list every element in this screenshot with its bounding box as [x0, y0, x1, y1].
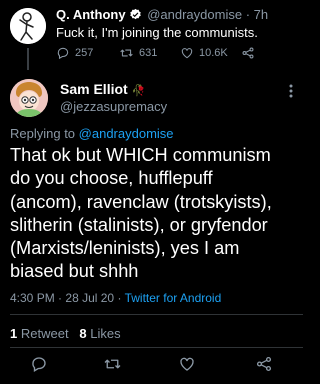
main-name-text: Sam Elliot: [60, 81, 128, 97]
parent-tweet[interactable]: Q. Anthony @andraydomise · 7h Fuck it, I…: [0, 0, 303, 72]
more-options-button[interactable]: [289, 84, 293, 103]
divider-top: [10, 314, 303, 315]
parent-header: Q. Anthony @andraydomise · 7h: [56, 7, 268, 24]
share-icon: [241, 46, 255, 60]
parent-retweet-count: 631: [139, 47, 158, 59]
parent-reply-count: 257: [75, 47, 94, 59]
main-retweet-button[interactable]: [103, 355, 122, 378]
parent-reply-button[interactable]: 257: [56, 46, 93, 60]
rose-emoji: 🥀: [131, 85, 146, 97]
retweet-label: Retweet: [20, 326, 69, 341]
parent-display-name[interactable]: Q. Anthony: [56, 7, 126, 22]
retweet-icon: [119, 46, 134, 60]
like-count: 8: [79, 326, 87, 341]
main-reply-button[interactable]: [30, 355, 48, 378]
parent-like-button[interactable]: 10.6K: [180, 46, 228, 60]
parent-retweet-button[interactable]: 631: [119, 46, 157, 60]
parent-tweet-text: Fuck it, I'm joining the communists.: [56, 25, 258, 40]
parent-action-bar: 257 631 10.6K: [56, 46, 291, 62]
main-tweet-text: That ok but WHICH communism do you choos…: [10, 145, 272, 282]
main-action-bar: [0, 355, 303, 377]
parent-handle[interactable]: @andraydomise: [147, 7, 242, 22]
replying-to-line: Replying to @andraydomise: [10, 126, 174, 141]
tweet-time: 4:30 PM: [10, 291, 55, 305]
engagement-stats: 1 Retweet 8 Likes: [10, 326, 121, 341]
meta-separator-1: ·: [58, 291, 63, 305]
share-icon: [255, 356, 273, 377]
parent-share-button[interactable]: [241, 46, 255, 60]
like-icon: [178, 357, 196, 377]
main-share-button[interactable]: [255, 355, 273, 378]
like-label: Likes: [90, 326, 121, 341]
replying-to-handle-link[interactable]: @andraydomise: [79, 126, 174, 141]
more-icon: [289, 84, 293, 102]
likes-stat[interactable]: 8 Likes: [79, 326, 120, 341]
verified-icon: [129, 8, 142, 24]
main-like-button[interactable]: [178, 355, 196, 378]
tweet-source-link[interactable]: Twitter for Android: [125, 291, 222, 305]
main-display-name[interactable]: Sam Elliot 🥀: [60, 81, 145, 97]
retweet-icon: [103, 359, 122, 377]
parent-like-count: 10.6K: [199, 47, 228, 59]
retweet-count: 1: [10, 326, 18, 341]
replying-to-prefix: Replying to: [10, 126, 76, 141]
reply-icon: [30, 357, 48, 377]
like-icon: [180, 46, 194, 60]
parent-time[interactable]: 7h: [254, 7, 268, 22]
divider-bottom: [10, 347, 303, 348]
meta-separator-2: ·: [117, 291, 122, 305]
thread-connector-line: [27, 48, 29, 70]
retweets-stat[interactable]: 1 Retweet: [10, 326, 69, 341]
reply-icon: [56, 46, 70, 60]
main-handle[interactable]: @jezzasupremacy: [60, 99, 167, 114]
tweet-date: 28 Jul 20: [65, 291, 115, 305]
parent-separator: ·: [245, 7, 251, 22]
main-avatar[interactable]: [10, 79, 48, 117]
parent-avatar[interactable]: [10, 8, 46, 44]
tweet-meta: 4:30 PM · 28 Jul 20 · Twitter for Androi…: [10, 291, 221, 305]
